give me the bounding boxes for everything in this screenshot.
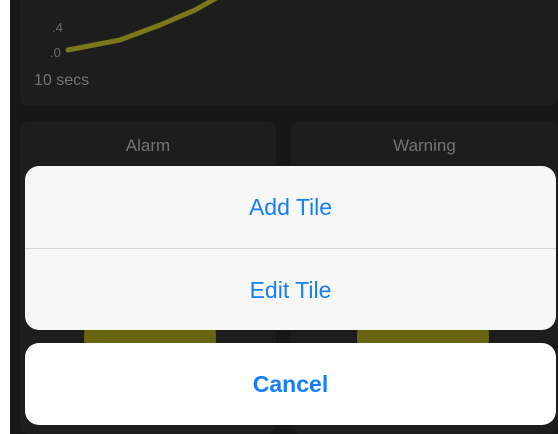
action-sheet: Add Tile Edit Tile xyxy=(25,166,556,330)
cancel-button[interactable]: Cancel xyxy=(25,343,556,425)
add-tile-button[interactable]: Add Tile xyxy=(25,166,556,248)
edit-tile-button[interactable]: Edit Tile xyxy=(25,249,556,330)
app-screen: .4 .0 10 secs Alarm Warning Add Tile Edi… xyxy=(10,0,558,434)
